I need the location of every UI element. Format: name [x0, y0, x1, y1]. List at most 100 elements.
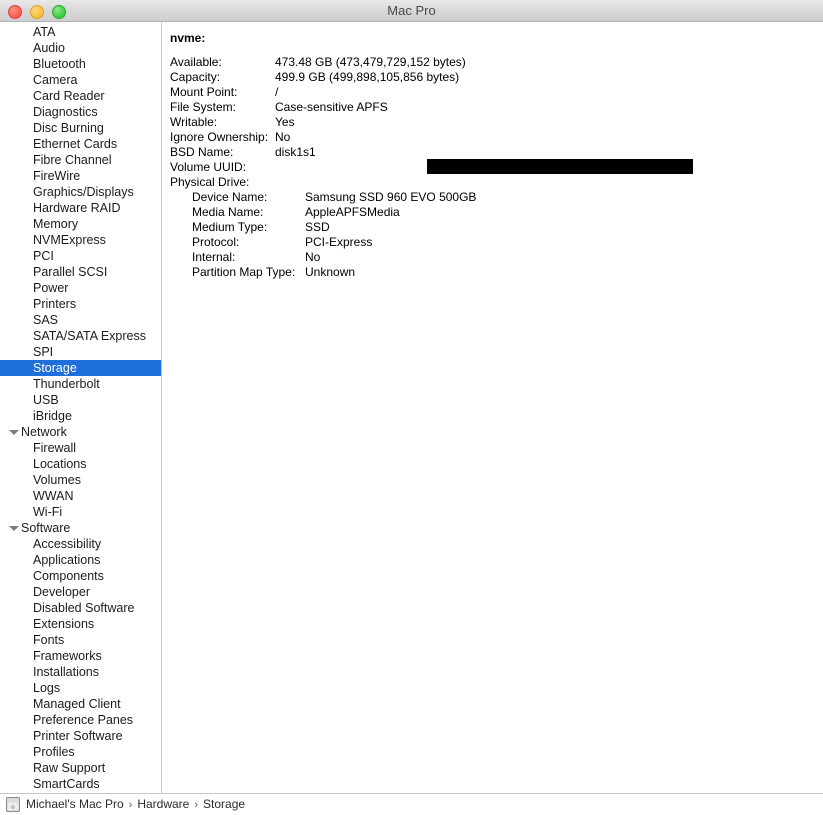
sidebar-item-label: Managed Client [33, 697, 121, 711]
sidebar-item-camera[interactable]: Camera [0, 72, 161, 88]
sidebar-item-memory[interactable]: Memory [0, 216, 161, 232]
sidebar-item-printers[interactable]: Printers [0, 296, 161, 312]
sidebar-item-smartcards[interactable]: SmartCards [0, 776, 161, 792]
detail-value: SSD [305, 220, 330, 234]
sidebar-item-frameworks[interactable]: Frameworks [0, 648, 161, 664]
sidebar-item-graphics-displays[interactable]: Graphics/Displays [0, 184, 161, 200]
sidebar-item-label: Logs [33, 681, 61, 695]
sidebar-item-installations[interactable]: Installations [0, 664, 161, 680]
sidebar-item-applications[interactable]: Applications [0, 552, 161, 568]
sidebar-item-wi-fi[interactable]: Wi-Fi [0, 504, 161, 520]
sidebar-item-diagnostics[interactable]: Diagnostics [0, 104, 161, 120]
sidebar-item-label: Accessibility [33, 537, 102, 551]
window-content: ATA Audio Bluetooth Camera Card Reader Diagno… [0, 22, 823, 793]
sidebar-item-disabled-software[interactable]: Disabled Software [0, 600, 161, 616]
sidebar-item-label: Installations [33, 665, 100, 679]
detail-row: File System: Case-sensitive APFS [162, 100, 823, 115]
sidebar-item-bluetooth[interactable]: Bluetooth [0, 56, 161, 72]
detail-value: Case-sensitive APFS [275, 100, 388, 114]
detail-row: Physical Drive: [162, 175, 823, 190]
sidebar-item-printer-software[interactable]: Printer Software [0, 728, 161, 744]
sidebar-list[interactable]: ATA Audio Bluetooth Camera Card Reader Diagno… [0, 22, 162, 793]
detail-value: No [275, 130, 291, 144]
sidebar-item-fibre-channel[interactable]: Fibre Channel [0, 152, 161, 168]
detail-key: Capacity: [170, 70, 221, 84]
sidebar-item-wwan[interactable]: WWAN [0, 488, 161, 504]
detail-row: Partition Map Type: Unknown [162, 265, 823, 280]
sidebar-item-storage[interactable]: Storage [0, 360, 161, 376]
sidebar-item-sata-sata-express[interactable]: SATA/SATA Express [0, 328, 161, 344]
sidebar-item-label: Printer Software [33, 729, 123, 743]
sidebar-item-label: Frameworks [33, 649, 102, 663]
breadcrumb-item[interactable]: Storage [203, 797, 245, 811]
detail-key: Available: [170, 55, 222, 69]
status-bar: Michael's Mac Pro › Hardware › Storage [0, 793, 823, 815]
disclosure-triangle-icon[interactable] [8, 427, 19, 438]
sidebar-item-software[interactable]: Software [0, 520, 161, 536]
sidebar-item-label: Components [33, 569, 104, 583]
disclosure-triangle-icon[interactable] [8, 523, 19, 534]
detail-key: Mount Point: [170, 85, 238, 99]
sidebar-item-profiles[interactable]: Profiles [0, 744, 161, 760]
sidebar-item-accessibility[interactable]: Accessibility [0, 536, 161, 552]
sidebar-item-power[interactable]: Power [0, 280, 161, 296]
breadcrumb[interactable]: Michael's Mac Pro › Hardware › Storage [26, 793, 245, 815]
sidebar-item-label: Bluetooth [33, 57, 86, 71]
sidebar-item-usb[interactable]: USB [0, 392, 161, 408]
detail-key: Writable: [170, 115, 218, 129]
sidebar-item-components[interactable]: Components [0, 568, 161, 584]
breadcrumb-item[interactable]: Hardware [137, 797, 189, 811]
sidebar-item-network[interactable]: Network [0, 424, 161, 440]
detail-row: Capacity: 499.9 GB (499,898,105,856 bytes… [162, 70, 823, 85]
detail-value: disk1s1 [275, 145, 316, 159]
title-bar: Mac Pro [0, 0, 823, 22]
sidebar-item-developer[interactable]: Developer [0, 584, 161, 600]
sidebar-item-ata[interactable]: ATA [0, 24, 161, 40]
sidebar-item-raw-support[interactable]: Raw Support [0, 760, 161, 776]
sidebar-item-label: WWAN [33, 489, 74, 503]
sidebar-item-sas[interactable]: SAS [0, 312, 161, 328]
detail-row: Writable: Yes [162, 115, 823, 130]
sidebar-item-label: Disabled Software [33, 601, 135, 615]
detail-row: Mount Point: / [162, 85, 823, 100]
sidebar-item-logs[interactable]: Logs [0, 680, 161, 696]
detail-key: Volume UUID: [170, 160, 247, 174]
sidebar-item-ibridge[interactable]: iBridge [0, 408, 161, 424]
sidebar-item-label: Raw Support [33, 761, 106, 775]
sidebar-item-label: Diagnostics [33, 105, 98, 119]
sidebar-item-fonts[interactable]: Fonts [0, 632, 161, 648]
sidebar-item-ethernet-cards[interactable]: Ethernet Cards [0, 136, 161, 152]
sidebar-item-card-reader[interactable]: Card Reader [0, 88, 161, 104]
sidebar-item-label: Ethernet Cards [33, 137, 118, 151]
sidebar-item-label: Locations [33, 457, 87, 471]
sidebar-item-thunderbolt[interactable]: Thunderbolt [0, 376, 161, 392]
sidebar-item-managed-client[interactable]: Managed Client [0, 696, 161, 712]
sidebar-item-label: SAS [33, 313, 59, 327]
detail-value: / [275, 85, 279, 99]
detail-value: Yes [275, 115, 295, 129]
sidebar-item-volumes[interactable]: Volumes [0, 472, 161, 488]
mac-pro-icon [6, 797, 20, 812]
sidebar-item-parallel-scsi[interactable]: Parallel SCSI [0, 264, 161, 280]
breadcrumb-item[interactable]: Michael's Mac Pro [26, 797, 124, 811]
sidebar-item-nvmexpress[interactable]: NVMExpress [0, 232, 161, 248]
detail-key: Device Name: [192, 190, 268, 204]
sidebar-item-label: Preference Panes [33, 713, 134, 727]
sidebar-item-label: Software [21, 521, 71, 535]
sidebar-item-locations[interactable]: Locations [0, 456, 161, 472]
sidebar-item-firewall[interactable]: Firewall [0, 440, 161, 456]
sidebar-item-pci[interactable]: PCI [0, 248, 161, 264]
sidebar-item-preference-panes[interactable]: Preference Panes [0, 712, 161, 728]
sidebar-item-spi[interactable]: SPI [0, 344, 161, 360]
sidebar-item-hardware-raid[interactable]: Hardware RAID [0, 200, 161, 216]
sidebar-item-disc-burning[interactable]: Disc Burning [0, 120, 161, 136]
detail-value: Unknown [305, 265, 356, 279]
sidebar-item-extensions[interactable]: Extensions [0, 616, 161, 632]
breadcrumb-separator-icon: › [128, 799, 133, 811]
sidebar-item-firewire[interactable]: FireWire [0, 168, 161, 184]
sidebar-item-label: SmartCards [33, 777, 100, 791]
sidebar-item-label: Card Reader [33, 89, 105, 103]
sidebar-item-label: Power [33, 281, 69, 295]
detail-key: Internal: [192, 250, 236, 264]
sidebar-item-audio[interactable]: Audio [0, 40, 161, 56]
